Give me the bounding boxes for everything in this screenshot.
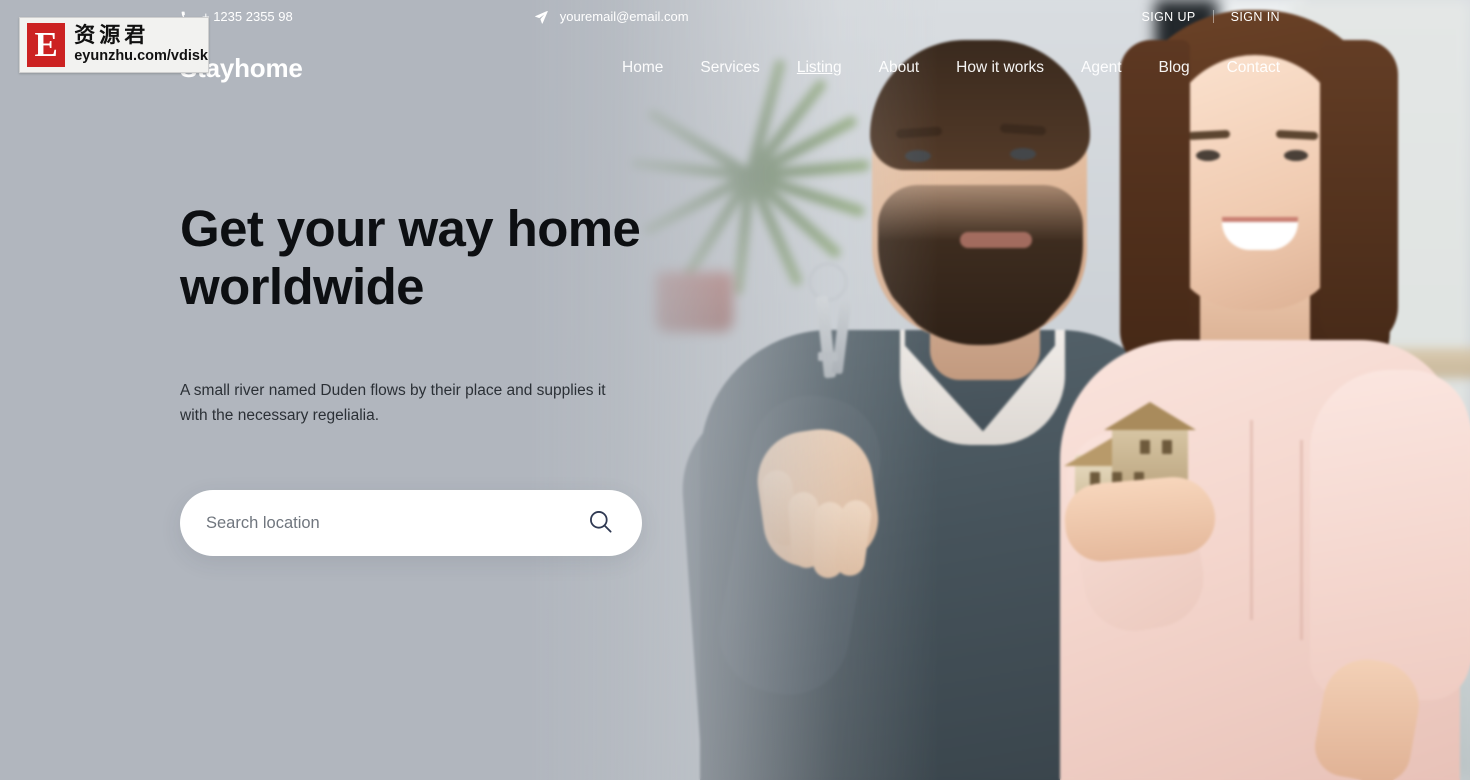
nav-item-home[interactable]: Home [622, 59, 663, 77]
nav-item-services[interactable]: Services [700, 59, 759, 77]
hero-paragraph: A small river named Duden flows by their… [180, 382, 606, 425]
watermark-overlay: E 资源君 eyunzhu.com/vdisk [19, 17, 209, 73]
nav-item-blog[interactable]: Blog [1159, 59, 1190, 77]
nav-link-listing[interactable]: Listing [797, 59, 842, 76]
sign-up-link[interactable]: SIGN UP [1141, 10, 1195, 24]
nav-link-agent[interactable]: Agent [1081, 59, 1122, 76]
nav-link-contact[interactable]: Contact [1227, 59, 1280, 76]
nav-link-how-it-works[interactable]: How it works [956, 59, 1044, 76]
hero-heading-line2: worldwide [180, 258, 425, 316]
auth-divider [1212, 10, 1214, 23]
nav-item-about[interactable]: About [879, 59, 920, 77]
nav-link-about[interactable]: About [879, 59, 920, 76]
nav-link-home[interactable]: Home [622, 59, 663, 76]
email-contact[interactable]: youremail@email.com [534, 9, 689, 24]
nav-link-services[interactable]: Services [700, 59, 759, 76]
nav-item-how-it-works[interactable]: How it works [956, 59, 1044, 77]
search-button[interactable] [584, 507, 616, 539]
hero-heading-line1: Get your way home [180, 200, 641, 257]
nav-item-contact[interactable]: Contact [1227, 59, 1280, 77]
search-icon [587, 508, 614, 538]
phone-number: + 1235 2355 98 [202, 9, 293, 24]
search-input[interactable] [206, 513, 584, 533]
watermark-chinese-title: 资源君 [74, 23, 150, 48]
paper-plane-icon [534, 9, 549, 24]
nav-item-agent[interactable]: Agent [1081, 59, 1122, 77]
auth-links: SIGN UP SIGN IN [1141, 10, 1280, 24]
landing-page: + 1235 2355 98 youremail@email.com SIGN … [0, 0, 1470, 780]
top-bar: + 1235 2355 98 youremail@email.com SIGN … [0, 0, 1470, 33]
hero-section: Get your way home worldwide A small rive… [180, 200, 820, 557]
watermark-logo-mark: E [27, 23, 66, 67]
hero-heading: Get your way home worldwide [180, 200, 820, 316]
watermark-text: 资源君 eyunzhu.com/vdisk [74, 24, 208, 65]
nav-links: Home Services Listing About How it works… [622, 59, 1280, 77]
nav-item-listing[interactable]: Listing [797, 59, 842, 77]
main-navbar: Stayhome Home Services Listing About How… [0, 33, 1470, 103]
sign-in-link[interactable]: SIGN IN [1231, 10, 1280, 24]
email-address: youremail@email.com [559, 9, 689, 24]
watermark-url: eyunzhu.com/vdisk [74, 48, 208, 65]
nav-link-blog[interactable]: Blog [1159, 59, 1190, 76]
location-search-box[interactable] [180, 490, 642, 557]
